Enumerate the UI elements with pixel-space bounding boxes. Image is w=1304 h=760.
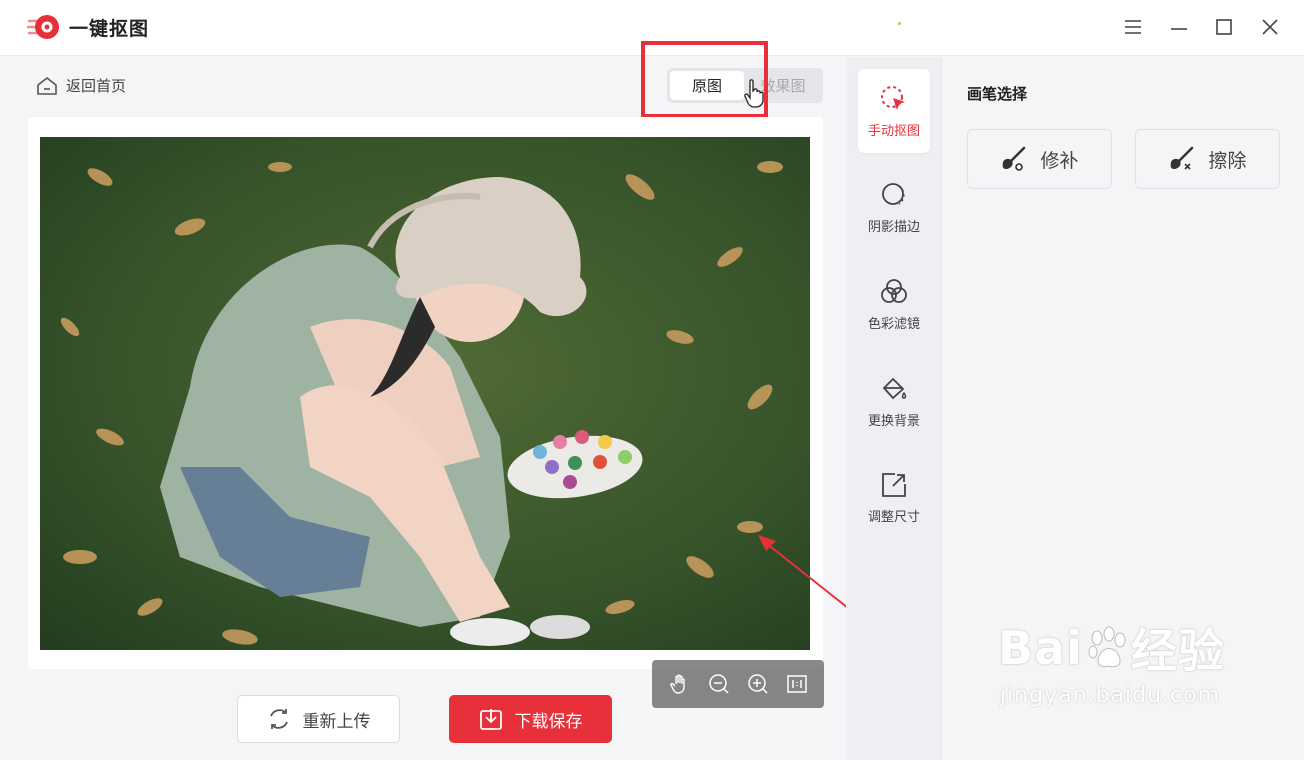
hamburger-icon xyxy=(1125,20,1141,34)
source-photo[interactable] xyxy=(40,137,810,650)
tool-label: 调整尺寸 xyxy=(867,509,920,525)
repair-brush-label: 修补 xyxy=(1040,149,1079,172)
tool-label: 色彩滤镜 xyxy=(867,316,920,332)
zoom-out-icon[interactable] xyxy=(706,671,732,697)
tool-shadow-outline[interactable]: 阴影描边 xyxy=(858,165,930,249)
title-bar: 一键抠图 xyxy=(0,0,1304,56)
reupload-label: 重新上传 xyxy=(302,711,371,732)
resize-icon xyxy=(882,472,906,497)
shadow-outline-icon xyxy=(882,182,905,205)
color-filter-icon xyxy=(881,278,907,303)
zoom-in-icon[interactable] xyxy=(745,671,771,697)
app-title: 一键抠图 xyxy=(69,17,150,40)
menu-button[interactable] xyxy=(1118,13,1148,41)
hand-icon[interactable] xyxy=(667,671,693,697)
minimize-icon xyxy=(1171,28,1187,30)
app-logo: 一键抠图 xyxy=(25,13,150,41)
work-area: 返回首页 原图 效果图 重新上传 下载保存 xyxy=(0,41,873,760)
home-icon xyxy=(37,76,57,95)
tool-change-background[interactable]: 更换背景 xyxy=(858,359,930,443)
erase-brush-icon xyxy=(1171,146,1194,170)
refresh-icon xyxy=(269,709,288,729)
download-save-label: 下载保存 xyxy=(514,711,583,732)
decor-dot xyxy=(898,22,901,25)
reupload-button[interactable]: 重新上传 xyxy=(237,695,400,743)
change-background-icon xyxy=(882,377,907,399)
image-canvas xyxy=(28,117,824,708)
back-home-link[interactable]: 返回首页 xyxy=(36,75,126,96)
repair-brush-icon xyxy=(1003,146,1026,171)
minimize-button[interactable] xyxy=(1164,13,1194,41)
logo-icon xyxy=(25,13,61,41)
tool-sidebar: 手动抠图 阴影描边 色彩滤镜 更换背景 调整尺寸 xyxy=(846,57,942,760)
erase-brush-label: 擦除 xyxy=(1208,149,1247,172)
erase-brush-button[interactable]: 擦除 xyxy=(1135,129,1280,189)
tool-manual-cutout[interactable]: 手动抠图 xyxy=(858,69,930,153)
tool-label: 阴影描边 xyxy=(867,219,920,235)
back-home-label: 返回首页 xyxy=(66,77,127,95)
app-window: 一键抠图 返回首页 原图 效果图 重新上传 下载保存 手动抠图 阴影描边 色彩滤… xyxy=(0,0,1304,760)
download-icon xyxy=(479,709,502,730)
tool-label: 更换背景 xyxy=(867,413,920,429)
download-save-button[interactable]: 下载保存 xyxy=(449,695,612,743)
manual-cutout-icon xyxy=(881,85,905,110)
tool-label: 手动抠图 xyxy=(867,123,920,139)
close-button[interactable] xyxy=(1255,13,1285,41)
repair-brush-button[interactable]: 修补 xyxy=(967,129,1112,189)
close-icon xyxy=(1262,19,1278,35)
panel-title: 画笔选择 xyxy=(967,85,1028,103)
tool-color-filter[interactable]: 色彩滤镜 xyxy=(858,262,930,346)
actual-size-icon[interactable] xyxy=(784,671,810,697)
maximize-button[interactable] xyxy=(1209,13,1239,41)
zoom-toolbar xyxy=(652,660,824,708)
hand-cursor-icon xyxy=(744,79,764,108)
brush-panel: 画笔选择 修补 擦除 xyxy=(943,57,1304,760)
maximize-icon xyxy=(1216,19,1232,35)
tool-resize[interactable]: 调整尺寸 xyxy=(858,455,930,539)
toggle-original[interactable]: 原图 xyxy=(670,71,744,100)
